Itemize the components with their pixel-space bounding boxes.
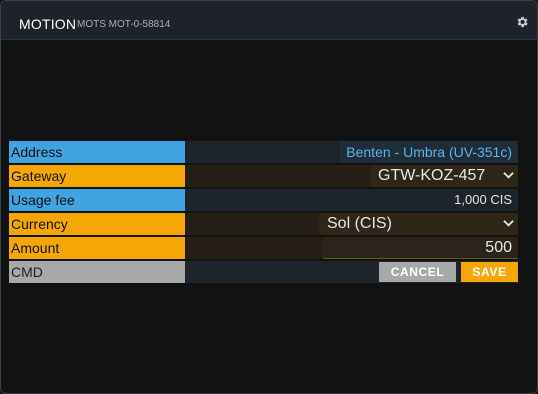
gateway-selected: GTW-KOZ-457	[378, 167, 486, 184]
amount-label: Amount	[9, 237, 186, 259]
currency-selected: Sol (CIS)	[327, 215, 392, 232]
amount-input[interactable]: 500	[323, 237, 517, 259]
gateway-label: Gateway	[9, 165, 186, 187]
gateway-value-cell: GTW-KOZ-457	[185, 165, 518, 187]
currency-value-cell: Sol (CIS)	[185, 213, 518, 235]
address-value-cell: Benten - Umbra (UV-351c)	[185, 141, 518, 163]
window-title: MOTION	[19, 16, 77, 32]
gateway-select[interactable]: GTW-KOZ-457	[370, 165, 518, 187]
usage-fee-value: 1,000 CIS	[454, 192, 512, 207]
address-row: Address Benten - Umbra (UV-351c)	[9, 141, 518, 163]
window-subtitle: MOTS MOT-0-58814	[77, 19, 171, 30]
amount-row: Amount 500	[9, 237, 518, 259]
window-titlebar: MOTION MOTS MOT-0-58814	[1, 1, 537, 40]
gateway-row: Gateway GTW-KOZ-457	[9, 165, 518, 187]
gear-icon[interactable]	[515, 15, 529, 29]
currency-select[interactable]: Sol (CIS)	[319, 213, 518, 235]
usage-fee-label: Usage fee	[9, 189, 186, 211]
currency-label: Currency	[9, 213, 186, 235]
cmd-label: CMD	[9, 261, 186, 283]
motion-window: MOTION MOTS MOT-0-58814 Address Benten -…	[0, 0, 538, 394]
usage-fee-row: Usage fee 1,000 CIS	[9, 189, 518, 211]
chevron-down-icon	[503, 172, 514, 179]
cancel-button[interactable]: CANCEL	[379, 262, 456, 282]
address-link[interactable]: Benten - Umbra (UV-351c)	[340, 141, 518, 163]
cmd-row: CMD CANCEL SAVE	[9, 261, 518, 283]
save-button[interactable]: SAVE	[461, 262, 518, 282]
chevron-down-icon	[503, 220, 514, 227]
address-label: Address	[9, 141, 186, 163]
usage-fee-value-cell: 1,000 CIS	[185, 189, 518, 211]
currency-row: Currency Sol (CIS)	[9, 213, 518, 235]
